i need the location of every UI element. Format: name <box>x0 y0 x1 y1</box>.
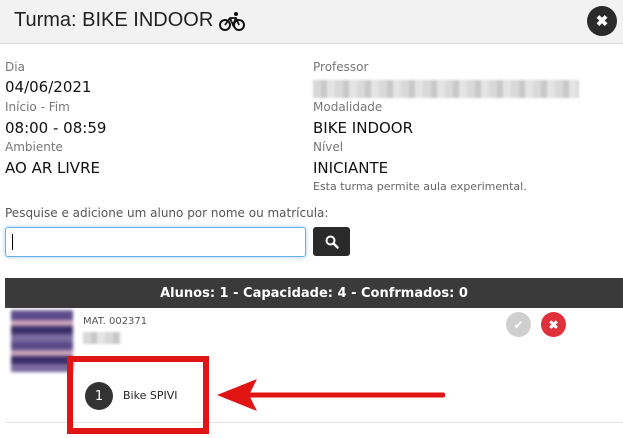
ambiente-label: Ambiente <box>5 140 63 154</box>
slot-label: Bike SPIVI <box>123 389 178 402</box>
modalidade-value: BIKE INDOOR <box>313 119 414 137</box>
annotation-arrow-icon <box>217 379 445 411</box>
avatar <box>5 310 73 372</box>
close-button[interactable]: ✖ <box>587 6 617 36</box>
nivel-value: INICIANTE <box>313 159 389 177</box>
search-label: Pesquise e adicione um aluno por nome ou… <box>5 206 329 220</box>
modalidade-label: Modalidade <box>313 100 383 114</box>
search-icon <box>325 235 339 249</box>
horario-value: 08:00 - 08:59 <box>5 119 107 137</box>
student-mat: MAT. 002371 <box>83 316 148 327</box>
horario-label: Início - Fim <box>5 100 70 114</box>
close-icon: ✖ <box>595 13 609 30</box>
experimental-note: Esta turma permite aula experimental. <box>313 180 527 193</box>
bicycle-icon <box>219 11 246 31</box>
confirm-button[interactable]: ✔ <box>506 312 531 337</box>
dia-label: Dia <box>5 60 25 74</box>
ambiente-value: AO AR LIVRE <box>5 159 100 177</box>
dia-value: 04/06/2021 <box>5 78 92 96</box>
modal-header: Turma: BIKE INDOOR ✖ <box>0 0 623 44</box>
slot-number-badge[interactable]: 1 <box>85 382 113 410</box>
close-icon: ✖ <box>548 317 559 332</box>
search-button[interactable] <box>313 227 350 256</box>
professor-name-redacted <box>313 80 579 98</box>
modal-title-text: Turma: BIKE INDOOR <box>14 9 214 31</box>
text-caret <box>12 234 13 250</box>
student-search-input[interactable] <box>5 227 306 257</box>
students-summary-bar: Alunos: 1 - Capacidade: 4 - Confrmados: … <box>5 278 623 308</box>
remove-button[interactable]: ✖ <box>541 312 566 337</box>
professor-label: Professor <box>313 60 369 74</box>
nivel-label: Nível <box>313 140 344 154</box>
modal-title: Turma: BIKE INDOOR <box>14 9 246 32</box>
student-name-redacted <box>83 332 121 344</box>
students-summary-text: Alunos: 1 - Capacidade: 4 - Confrmados: … <box>160 285 468 301</box>
check-icon: ✔ <box>513 317 524 332</box>
